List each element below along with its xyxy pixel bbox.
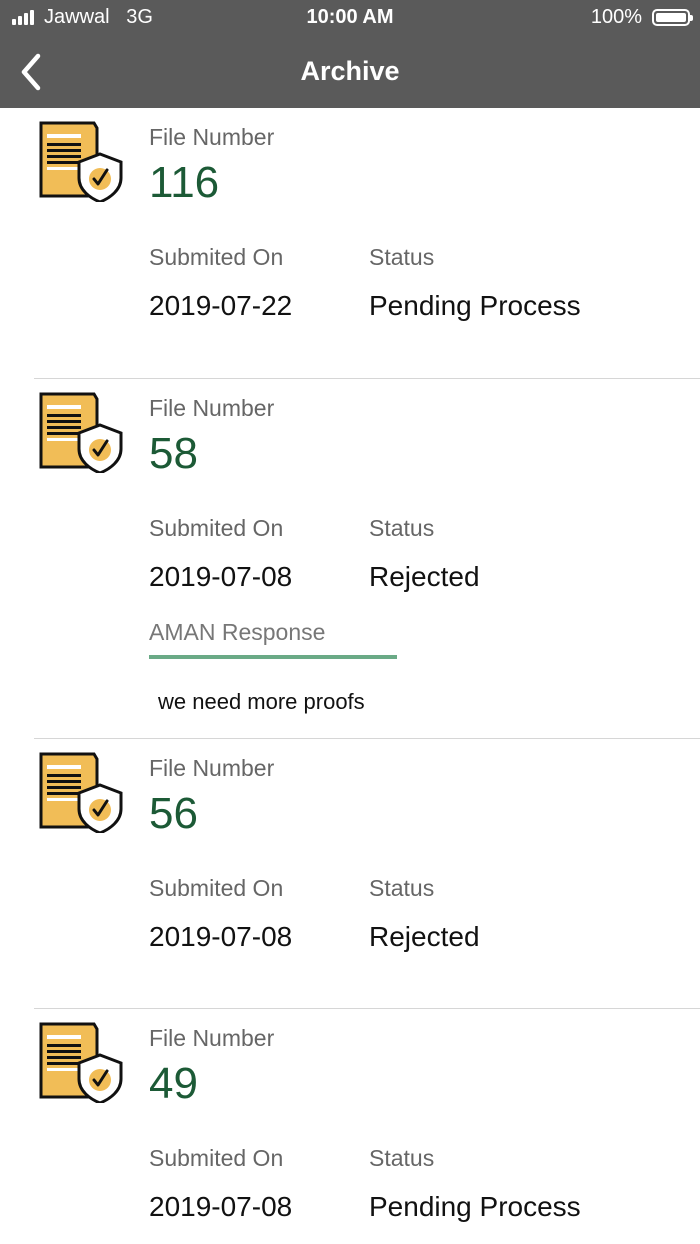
file-number-value: 58	[149, 429, 198, 478]
status-label: Status	[369, 1145, 435, 1171]
list-item[interactable]: File Number 56 Submited On Status 2019-0…	[0, 739, 700, 1009]
top-bar: Jawwal 3G 10:00 AM 100% Archive	[0, 0, 700, 108]
status-value: Rejected	[369, 561, 480, 592]
file-number-label: File Number	[149, 755, 275, 781]
submitted-on-label: Submited On	[149, 1145, 284, 1171]
file-number-label: File Number	[149, 395, 275, 421]
list-item[interactable]: File Number 49 Submited On Status 2019-0…	[0, 1009, 700, 1244]
status-value: Pending Process	[369, 290, 581, 321]
submitted-on-label: Submited On	[149, 875, 284, 901]
submitted-on-value: 2019-07-08	[149, 921, 293, 952]
list-item[interactable]: File Number 58 Submited On Status 2019-0…	[0, 379, 700, 739]
secure-document-icon	[39, 121, 123, 202]
status-label: Status	[369, 244, 435, 270]
submitted-on-value: 2019-07-08	[149, 561, 293, 592]
status-label: Status	[369, 875, 435, 901]
navigation-bar: Archive	[0, 36, 700, 108]
response-underline	[149, 655, 397, 659]
file-number-label: File Number	[149, 124, 275, 150]
status-value: Rejected	[369, 921, 480, 952]
status-value: Pending Process	[369, 1191, 581, 1222]
status-label: Status	[369, 515, 435, 541]
submitted-on-value: 2019-07-08	[149, 1191, 293, 1222]
submitted-on-value: 2019-07-22	[149, 290, 293, 321]
list-item[interactable]: File Number 116 Submited On Status 2019-…	[0, 108, 700, 379]
submitted-on-label: Submited On	[149, 244, 284, 270]
page-title: Archive	[300, 56, 400, 86]
response-label: AMAN Response	[149, 619, 326, 645]
secure-document-icon	[39, 752, 123, 833]
battery-icon	[652, 9, 693, 26]
secure-document-icon	[39, 1022, 123, 1103]
file-number-label: File Number	[149, 1025, 275, 1051]
battery-percent: 100%	[590, 6, 642, 28]
file-number-value: 49	[149, 1059, 198, 1108]
submitted-on-label: Submited On	[149, 515, 284, 541]
file-number-value: 56	[149, 789, 198, 838]
secure-document-icon	[39, 392, 123, 473]
response-text: we need more proofs	[158, 689, 365, 714]
status-bar: Jawwal 3G 10:00 AM 100%	[0, 0, 700, 36]
file-number-value: 116	[149, 158, 220, 207]
